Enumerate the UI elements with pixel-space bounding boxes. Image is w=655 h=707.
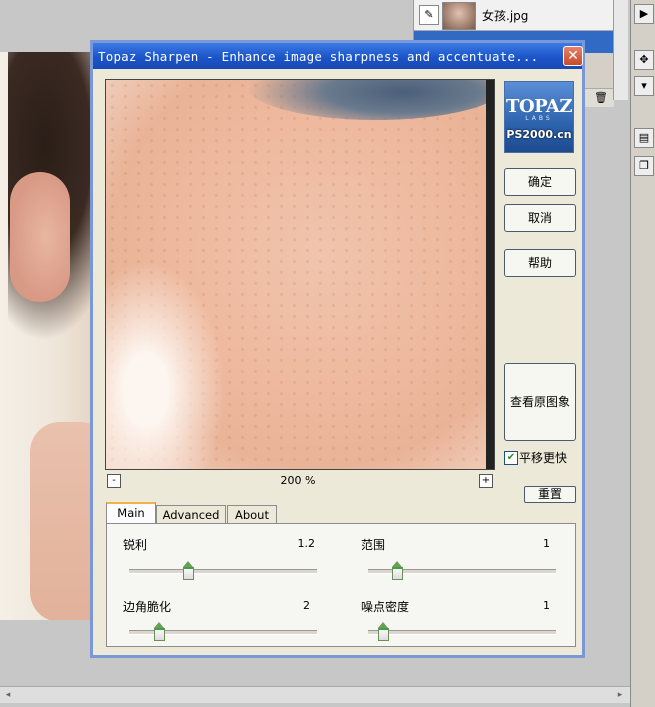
layer-row[interactable]: ✎ 女孩.jpg	[414, 0, 614, 31]
view-original-button[interactable]: 查看原图象	[504, 363, 576, 441]
radius-value: 1	[543, 537, 550, 550]
preview-edge	[486, 80, 494, 469]
edge-sharpness-label: 边角脆化	[123, 600, 172, 614]
dropdown-icon[interactable]: ▾	[634, 76, 654, 96]
edge-sharpness-slider-thumb[interactable]	[154, 622, 165, 641]
noise-density-slider-thumb[interactable]	[378, 622, 389, 641]
right-dock: ▶ ✥ ▾ ▤ ❐	[630, 0, 655, 707]
topaz-logo: TOPAZ LABS PS2000.cn	[504, 81, 574, 153]
canvas-horizontal-scrollbar[interactable]: ◂ ▸	[0, 686, 630, 703]
logo-site: PS2000.cn	[506, 128, 572, 141]
play-icon[interactable]: ▶	[634, 4, 654, 24]
layer-name: 女孩.jpg	[482, 9, 529, 23]
image-preview[interactable]	[105, 79, 495, 470]
layer-thumbnail	[442, 2, 476, 30]
zoom-level: 200 %	[280, 474, 316, 487]
scroll-right-icon[interactable]: ▸	[614, 689, 626, 701]
reset-button[interactable]: 重置	[524, 486, 576, 503]
logo-brand: TOPAZ	[506, 96, 572, 117]
sharpen-value: 1.2	[297, 537, 316, 550]
cancel-button[interactable]: 取消	[504, 204, 576, 232]
photo-ear	[10, 172, 70, 302]
photo-hand	[30, 422, 95, 620]
dialog-title: Topaz Sharpen - Enhance image sharpness …	[98, 49, 539, 64]
radius-slider-thumb[interactable]	[392, 561, 403, 580]
edge-sharpness-value: 2	[303, 599, 310, 612]
visibility-icon[interactable]: ✎	[419, 5, 439, 25]
minus-icon[interactable]: -	[107, 474, 121, 488]
sharpen-slider[interactable]	[129, 569, 317, 574]
dialog-titlebar[interactable]: Topaz Sharpen - Enhance image sharpness …	[93, 43, 583, 69]
tab-advanced[interactable]: Advanced	[156, 505, 226, 523]
noise-density-label: 噪点密度	[361, 600, 410, 614]
tab-main[interactable]: Main	[106, 502, 156, 524]
tab-about[interactable]: About	[227, 505, 277, 523]
move-icon[interactable]: ✥	[634, 50, 654, 70]
close-icon[interactable]: ✕	[563, 46, 583, 66]
plus-icon[interactable]: +	[479, 474, 493, 488]
document-canvas	[0, 52, 95, 620]
ok-button[interactable]: 确定	[504, 168, 576, 196]
trash-icon[interactable]: 🗑	[594, 91, 608, 104]
panel-icon[interactable]: ▤	[634, 128, 654, 148]
noise-density-slider[interactable]	[368, 630, 556, 635]
layers-icon[interactable]: ❐	[634, 156, 654, 176]
pan-faster-checkbox[interactable]: ✔	[504, 451, 518, 465]
layers-scrollbar[interactable]	[613, 0, 628, 100]
sharpen-label: 锐利	[123, 538, 148, 552]
topaz-sharpen-dialog: Topaz Sharpen - Enhance image sharpness …	[90, 40, 585, 658]
main-tab-panel: 锐利 1.2 范围 1 边角脆化 2 噪点密度 1	[106, 523, 576, 647]
sharpen-slider-thumb[interactable]	[183, 561, 194, 580]
scroll-left-icon[interactable]: ◂	[2, 689, 14, 701]
radius-label: 范围	[361, 538, 386, 552]
help-button[interactable]: 帮助	[504, 249, 576, 277]
noise-density-value: 1	[543, 599, 550, 612]
pan-faster-label: 平移更快	[519, 451, 568, 465]
